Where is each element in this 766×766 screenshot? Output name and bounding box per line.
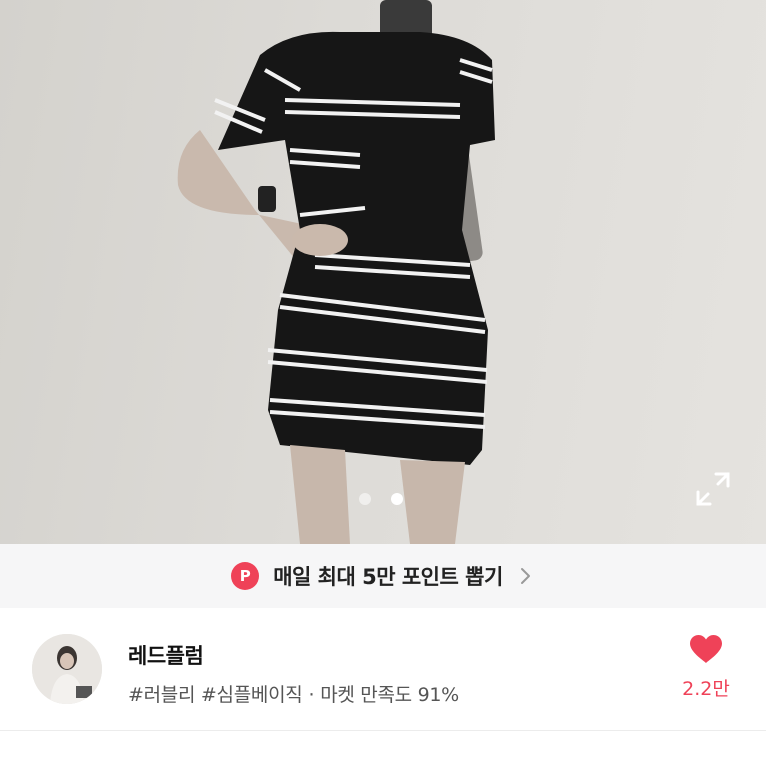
promo-text: 매일 최대 5만 포인트 뽑기 xyxy=(273,565,503,589)
heart-icon xyxy=(690,635,722,663)
separator: · xyxy=(308,684,315,706)
chevron-right-icon xyxy=(520,568,530,584)
avatar-photo xyxy=(32,634,102,704)
seller-info: 레드플럼 #러블리 #심플베이직 · 마켓 만족도 91% 2.2만 xyxy=(0,608,766,730)
carousel-dots xyxy=(359,493,403,505)
point-promo-banner[interactable]: P 매일 최대 5만 포인트 뽑기 xyxy=(0,544,766,608)
seller-avatar[interactable] xyxy=(32,634,102,704)
expand-icon[interactable] xyxy=(694,470,732,508)
product-image-carousel[interactable] xyxy=(0,0,766,544)
like-count: 2.2만 xyxy=(682,678,730,700)
seller-tags: #러블리 #심플베이직 · 마켓 만족도 91% xyxy=(128,680,459,707)
point-badge-icon: P xyxy=(231,562,260,590)
seller-tag: #러블리 xyxy=(128,684,196,706)
carousel-dot-active[interactable] xyxy=(391,493,403,505)
product-photo xyxy=(177,0,495,544)
seller-name[interactable]: 레드플럼 xyxy=(128,640,204,670)
divider xyxy=(0,730,766,731)
seller-tag: #심플베이직 xyxy=(200,684,303,706)
market-satisfaction: 마켓 만족도 91% xyxy=(320,684,459,706)
like-button[interactable]: 2.2만 xyxy=(674,634,738,701)
carousel-dot[interactable] xyxy=(359,493,371,505)
